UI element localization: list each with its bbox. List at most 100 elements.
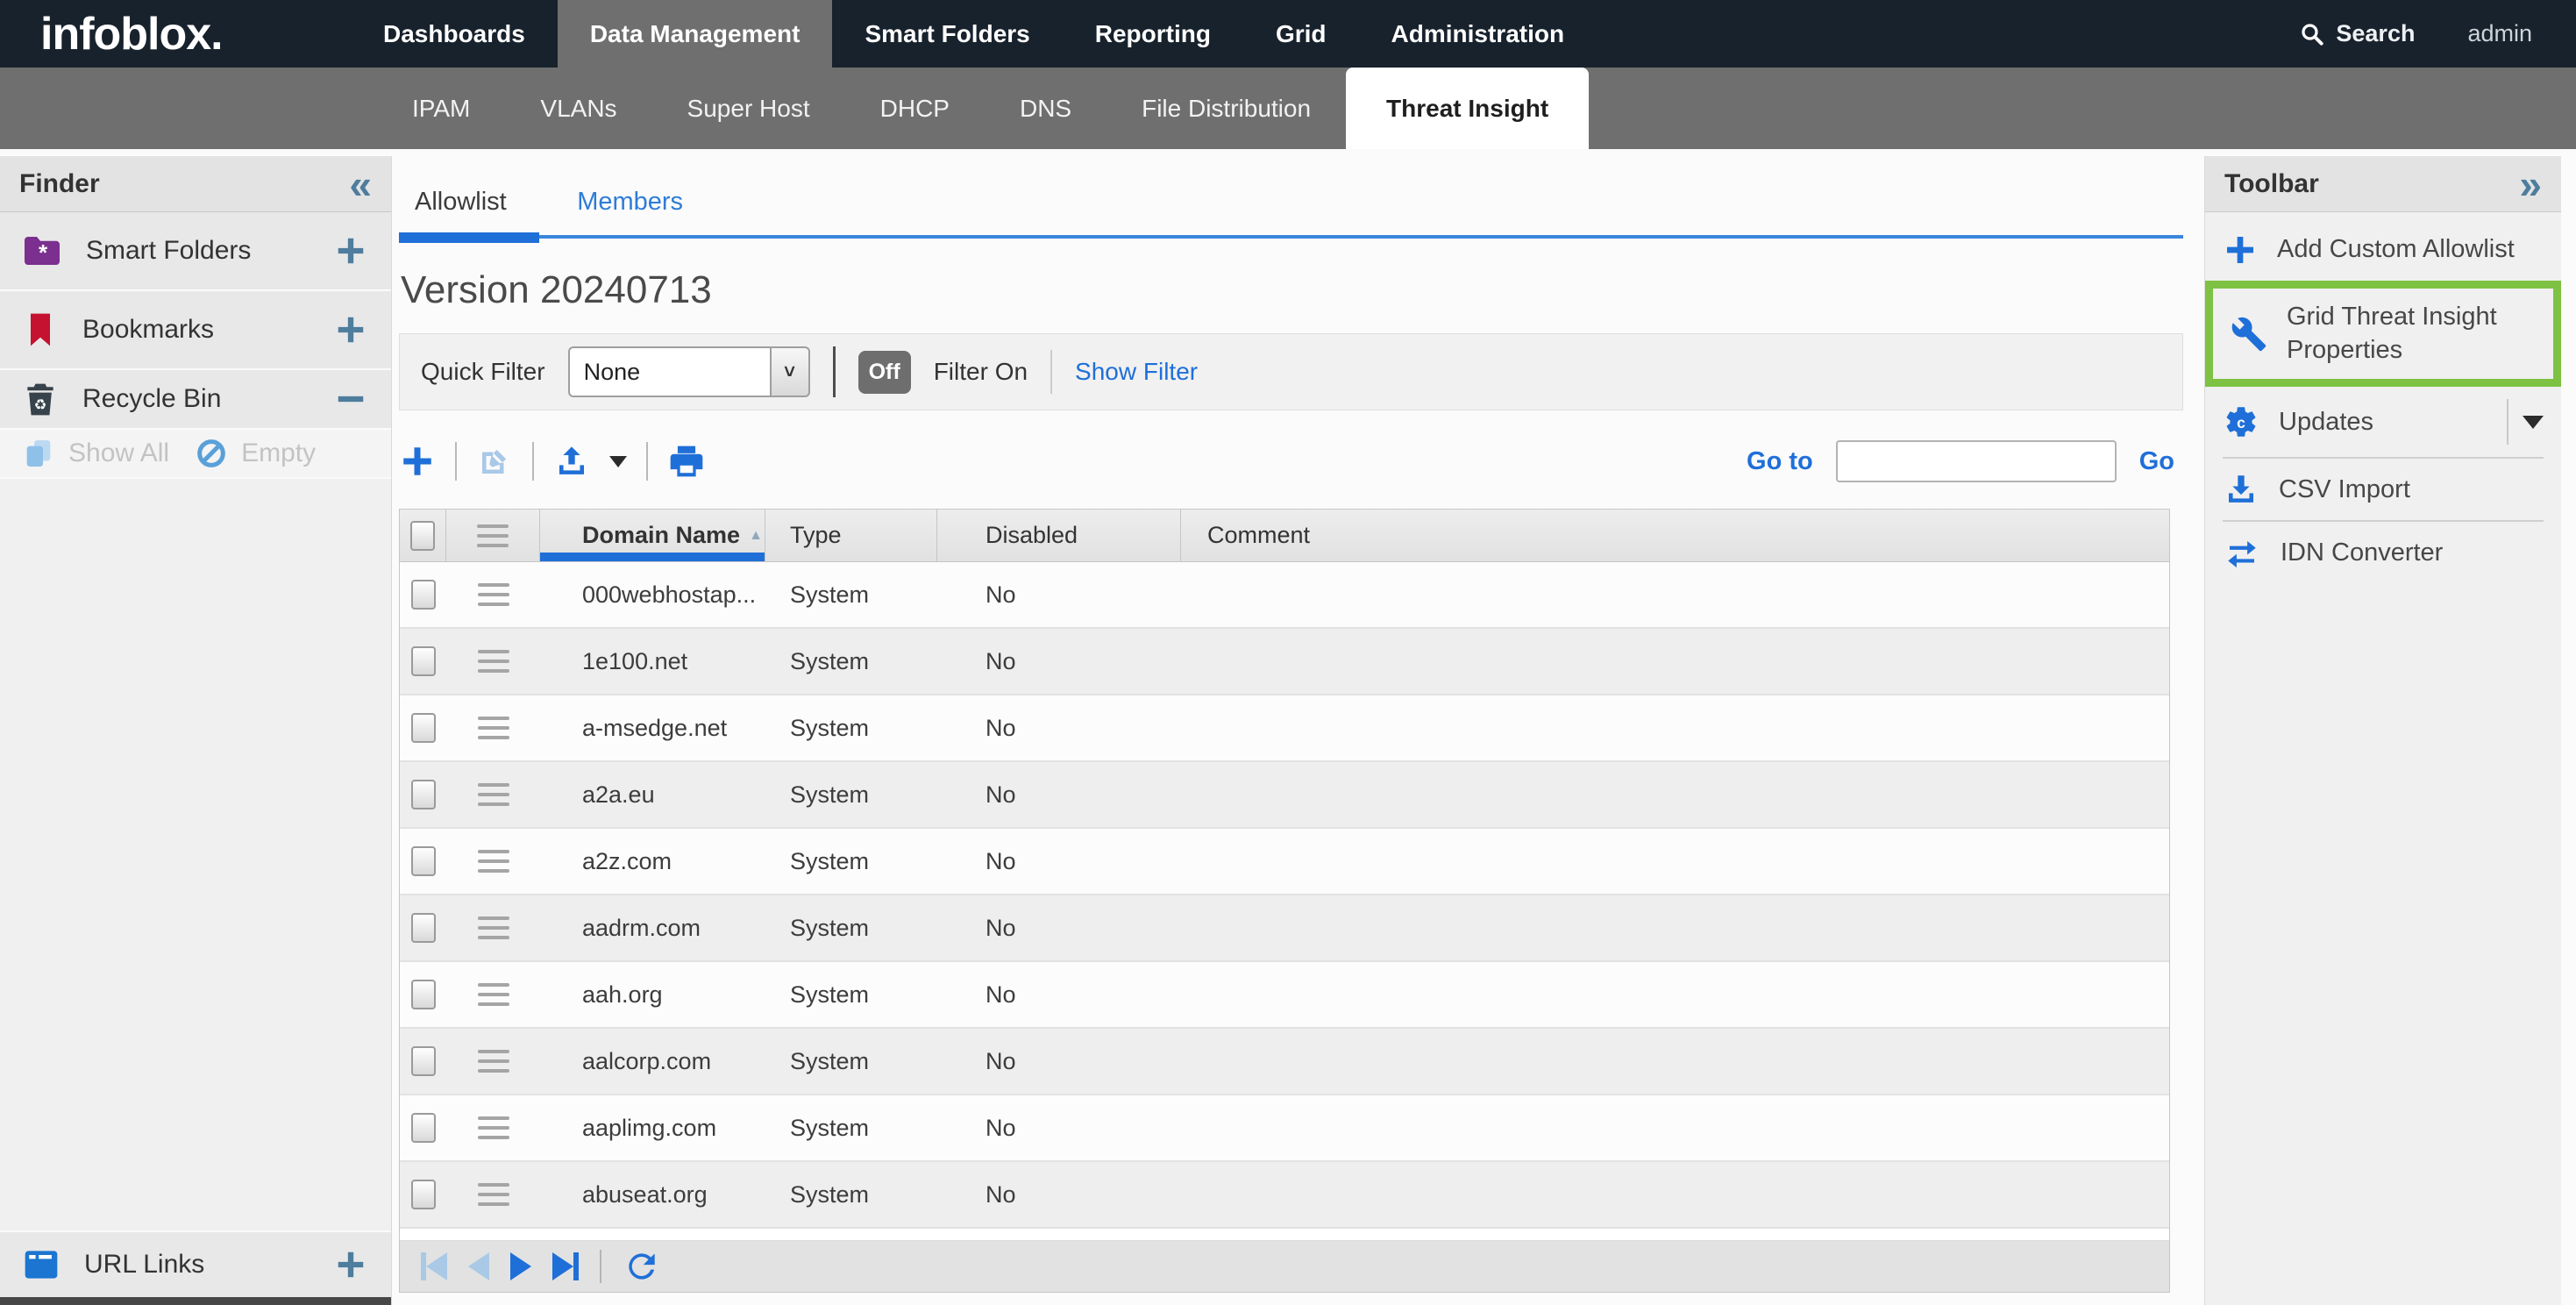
domain-name-cell[interactable]: aadrm.com	[540, 895, 765, 960]
table-row[interactable]: a2z.comSystemNo	[400, 829, 2169, 895]
column-header-disabled[interactable]: Disabled	[937, 510, 1181, 561]
table-row[interactable]: aalcorp.comSystemNo	[400, 1029, 2169, 1095]
tab-members[interactable]: Members	[561, 175, 699, 229]
nav-smart-folders[interactable]: Smart Folders	[832, 0, 1062, 68]
user-menu[interactable]: admin	[2467, 20, 2532, 47]
row-menu-icon[interactable]	[478, 916, 509, 939]
finder-item-bookmarks[interactable]: Bookmarks	[0, 291, 391, 370]
goto-input[interactable]	[1836, 440, 2117, 482]
updates-dropdown-caret[interactable]	[2523, 416, 2544, 429]
print-button[interactable]	[667, 442, 706, 481]
row-menu-icon[interactable]	[478, 1116, 509, 1139]
toolbar-item-add-custom-allowlist[interactable]: Add Custom Allowlist	[2205, 219, 2561, 281]
table-row[interactable]: aah.orgSystemNo	[400, 962, 2169, 1029]
nav-dashboards[interactable]: Dashboards	[351, 0, 558, 68]
row-checkbox[interactable]	[411, 1046, 436, 1076]
toolbar-item-idn-converter[interactable]: IDN Converter	[2205, 522, 2561, 583]
global-search[interactable]: Search	[2299, 20, 2415, 47]
next-page-button[interactable]	[510, 1252, 531, 1280]
finder-item-url-links[interactable]: URL Links	[0, 1230, 391, 1297]
select-all-checkbox[interactable]	[410, 521, 435, 551]
subnav-threat-insight[interactable]: Threat Insight	[1346, 68, 1589, 149]
row-checkbox[interactable]	[411, 780, 436, 809]
row-checkbox[interactable]	[411, 1180, 436, 1209]
row-menu-icon[interactable]	[478, 717, 509, 739]
domain-name-cell[interactable]: a-msedge.net	[540, 695, 765, 760]
row-checkbox[interactable]	[411, 646, 436, 676]
toolbar-item-csv-import[interactable]: CSV Import	[2205, 459, 2561, 520]
finder-item-smart-folders[interactable]: * Smart Folders	[0, 212, 391, 291]
filter-toggle-off-badge[interactable]: Off	[858, 351, 911, 394]
subnav-super-host[interactable]: Super Host	[652, 68, 845, 149]
empty-recycle-bin-button[interactable]: Empty	[241, 439, 316, 468]
table-row[interactable]: a-msedge.netSystemNo	[400, 695, 2169, 762]
table-row[interactable]: 000webhostap...SystemNo	[400, 562, 2169, 629]
table-row[interactable]: 1e100.netSystemNo	[400, 629, 2169, 695]
table-row[interactable]: abuseat.orgSystemNo	[400, 1162, 2169, 1229]
add-url-link-button[interactable]	[331, 1245, 370, 1284]
row-menu-icon[interactable]	[478, 650, 509, 673]
row-menu-icon[interactable]	[478, 1183, 509, 1206]
subnav-ipam[interactable]: IPAM	[377, 68, 505, 149]
finder-item-recycle-bin[interactable]: ♻ Recycle Bin	[0, 370, 391, 430]
nav-administration[interactable]: Administration	[1359, 0, 1598, 68]
collapse-recycle-bin-button[interactable]	[331, 380, 370, 418]
toolbar-item-grid-threat-insight-properties[interactable]: Grid Threat Insight Properties	[2205, 281, 2561, 387]
main-menu: Dashboards Data Management Smart Folders…	[351, 0, 1597, 68]
column-header-comment[interactable]: Comment	[1181, 510, 2169, 561]
edit-button-disabled[interactable]	[476, 443, 513, 480]
subnav-file-distribution[interactable]: File Distribution	[1107, 68, 1346, 149]
row-menu-icon[interactable]	[478, 583, 509, 606]
subnav-dhcp[interactable]: DHCP	[845, 68, 985, 149]
quick-filter-select[interactable]: None ˅	[568, 346, 810, 397]
goto-label[interactable]: Go to	[1747, 447, 1813, 476]
menu-icon[interactable]	[477, 524, 509, 547]
domain-name-cell[interactable]: a2a.eu	[540, 762, 765, 827]
expand-panel-icon[interactable]: »	[2519, 164, 2542, 204]
domain-name-cell[interactable]: aah.org	[540, 962, 765, 1027]
upload-dropdown-caret[interactable]	[609, 456, 627, 467]
domain-name-cell[interactable]: abuseat.org	[540, 1162, 765, 1227]
row-checkbox[interactable]	[411, 980, 436, 1009]
collapse-panel-icon[interactable]: «	[349, 164, 372, 204]
row-menu-icon[interactable]	[478, 783, 509, 806]
nav-grid[interactable]: Grid	[1243, 0, 1359, 68]
domain-name-cell[interactable]: 000webhostap...	[540, 562, 765, 627]
domain-name-cell[interactable]: 1e100.net	[540, 629, 765, 694]
upload-button[interactable]	[553, 443, 590, 480]
table-row[interactable]: aadrm.comSystemNo	[400, 895, 2169, 962]
refresh-button[interactable]	[623, 1247, 661, 1286]
add-button[interactable]	[399, 443, 436, 480]
go-button[interactable]: Go	[2139, 447, 2174, 476]
first-page-button[interactable]	[421, 1252, 447, 1280]
show-filter-link[interactable]: Show Filter	[1075, 358, 1198, 386]
add-bookmark-button[interactable]	[331, 310, 370, 349]
add-smart-folder-button[interactable]	[331, 232, 370, 270]
row-menu-icon[interactable]	[478, 850, 509, 873]
finder-bottom-scrollbar[interactable]	[0, 1297, 391, 1305]
previous-page-button[interactable]	[468, 1252, 489, 1280]
domain-name-cell[interactable]: aaplimg.com	[540, 1095, 765, 1160]
column-header-domain-name[interactable]: Domain Name ▲	[540, 510, 765, 561]
row-menu-icon[interactable]	[478, 983, 509, 1006]
subnav-vlans[interactable]: VLANs	[505, 68, 651, 149]
nav-data-management[interactable]: Data Management	[558, 0, 833, 68]
row-checkbox[interactable]	[411, 580, 436, 610]
row-checkbox[interactable]	[411, 846, 436, 876]
last-page-button[interactable]	[552, 1252, 579, 1280]
row-checkbox[interactable]	[411, 713, 436, 743]
table-row[interactable]: aaplimg.comSystemNo	[400, 1095, 2169, 1162]
column-header-type[interactable]: Type	[765, 510, 937, 561]
show-all-button[interactable]: Show All	[68, 439, 169, 468]
toolbar-item-updates[interactable]: c Updates	[2205, 387, 2561, 457]
tab-allowlist[interactable]: Allowlist	[399, 175, 523, 229]
domain-name-cell[interactable]: a2z.com	[540, 829, 765, 894]
row-checkbox[interactable]	[411, 1113, 436, 1143]
subnav-dns[interactable]: DNS	[985, 68, 1107, 149]
nav-reporting[interactable]: Reporting	[1063, 0, 1243, 68]
table-row[interactable]: a2a.euSystemNo	[400, 762, 2169, 829]
domain-name-cell[interactable]: aalcorp.com	[540, 1029, 765, 1094]
row-menu-icon[interactable]	[478, 1050, 509, 1073]
topnav-right: Search admin	[2299, 0, 2576, 68]
row-checkbox[interactable]	[411, 913, 436, 943]
